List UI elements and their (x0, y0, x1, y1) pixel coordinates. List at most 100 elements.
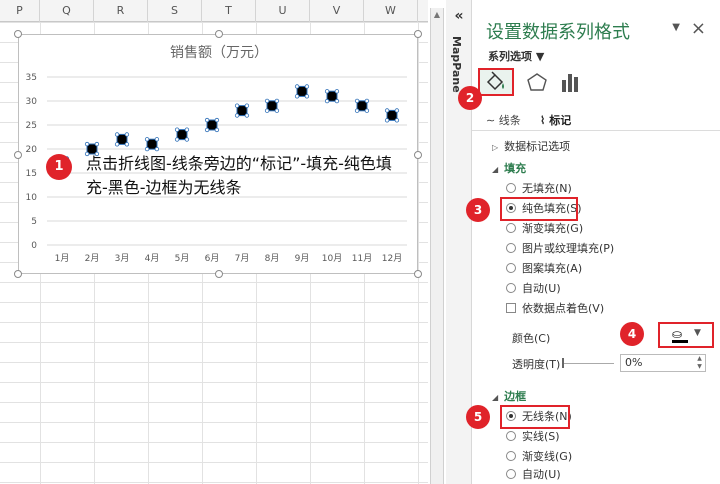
checkbox-icon[interactable] (506, 303, 516, 313)
column-headers: PQRSTUVW (0, 0, 428, 22)
selection-dot (114, 142, 120, 147)
resize-handle[interactable] (14, 151, 22, 159)
resize-handle[interactable] (414, 30, 422, 38)
fill-radio-gradient[interactable]: 渐变填充(G) (506, 220, 583, 238)
series-options-dropdown[interactable]: 系列选项 ▼ (488, 48, 544, 64)
y-tick-label: 5 (31, 217, 37, 227)
paint-bucket-icon (486, 71, 504, 91)
resize-handle[interactable] (14, 30, 22, 38)
selection-dot (184, 137, 190, 142)
resize-handle[interactable] (14, 270, 22, 278)
scroll-up-icon[interactable]: ▲ (431, 8, 443, 22)
y-tick-label: 15 (26, 169, 37, 179)
transparency-slider[interactable] (562, 358, 614, 368)
selection-dot (84, 141, 90, 147)
effects-tab[interactable] (522, 68, 552, 98)
radio-icon[interactable] (506, 431, 516, 441)
selection-dot (124, 142, 130, 147)
selection-dot (264, 108, 270, 113)
selection-dot (364, 98, 370, 104)
selection-dot (154, 137, 160, 142)
x-tick-label: 12月 (382, 253, 402, 264)
tab-line[interactable]: ∼ 线条 (486, 112, 521, 128)
fill-radio-picture[interactable]: 图片或纹理填充(P) (506, 240, 614, 258)
fill-radio-pattern[interactable]: 图案填充(A) (506, 260, 582, 278)
selection-dot (174, 137, 180, 142)
fill-line-tab[interactable] (478, 68, 514, 96)
chart-title: 销售额（万元） (170, 45, 268, 61)
selection-dot (234, 113, 240, 118)
x-tick-label: 3月 (115, 253, 130, 264)
column-header[interactable]: Q (40, 0, 94, 22)
fill-radio-auto[interactable]: 自动(U) (506, 280, 561, 298)
tab-marker[interactable]: ⌇ 标记 (540, 112, 571, 128)
column-header[interactable]: U (256, 0, 310, 22)
fill-radio-none[interactable]: 无填充(N) (506, 180, 572, 198)
expand-chevron-icon[interactable]: « (446, 8, 472, 24)
screenshot-root: PQRSTUVW 销售额（万元） 0 5 10 15 20 25 30 35 1月 2月 3月 4月 5月… (0, 0, 720, 484)
selection-dot (394, 108, 400, 113)
spinner-icon[interactable]: ▲ ▼ (694, 355, 705, 371)
resize-handle[interactable] (414, 270, 422, 278)
selection-dot (174, 127, 180, 132)
selection-dot (304, 94, 310, 99)
y-tick-label: 20 (26, 145, 38, 155)
selected-color-swatch (672, 340, 688, 343)
radio-icon[interactable] (506, 223, 516, 233)
spreadsheet: PQRSTUVW 销售额（万元） 0 5 10 15 20 25 30 35 1月 2月 3月 4月 5月… (0, 0, 428, 484)
x-tick-label: 9月 (295, 253, 310, 264)
step-badge-5: 5 (466, 405, 490, 429)
radio-icon[interactable] (506, 283, 516, 293)
slider-knob[interactable] (562, 358, 564, 368)
x-tick-label: 6月 (205, 253, 220, 264)
selection-dot (114, 132, 120, 137)
vertical-scrollbar[interactable]: ▲ (430, 8, 444, 484)
column-header[interactable]: R (94, 0, 148, 22)
mappane-label: MapPane (450, 36, 463, 93)
pane-options-caret-icon[interactable]: ▼ (672, 22, 680, 33)
selection-dot (184, 127, 190, 132)
selection-dot (394, 118, 400, 123)
radio-icon[interactable] (506, 263, 516, 273)
collapse-triangle-icon: ◢ (492, 165, 499, 174)
border-section-header[interactable]: ◢ 边框 (492, 388, 526, 404)
series-options-tab[interactable] (556, 68, 586, 98)
selection-dot (294, 94, 300, 99)
resize-handle[interactable] (414, 151, 422, 159)
pane-title: 设置数据系列格式 (486, 22, 630, 43)
selection-dot (204, 117, 210, 123)
y-tick-label: 10 (26, 193, 38, 203)
selection-dot (334, 98, 340, 104)
resize-handle[interactable] (215, 270, 223, 278)
column-header[interactable]: S (148, 0, 202, 22)
radio-icon[interactable] (506, 183, 516, 193)
step-badge-4: 4 (620, 322, 644, 346)
x-tick-label: 10月 (322, 253, 342, 264)
divider (472, 130, 720, 131)
y-tick-label: 25 (26, 121, 37, 131)
border-radio-auto[interactable]: 自动(U) (506, 466, 561, 484)
transparency-label: 透明度(T) (512, 358, 561, 371)
column-header[interactable]: W (364, 0, 418, 22)
marker-icon: ⌇ (540, 114, 550, 127)
paint-bucket-icon: ⛀ (672, 327, 683, 341)
highlight-box (500, 197, 578, 221)
selection-dot (304, 84, 310, 89)
border-radio-gradient[interactable]: 渐变线(G) (506, 448, 572, 466)
radio-icon[interactable] (506, 451, 516, 461)
color-picker-button[interactable]: ⛀ ▼ (658, 322, 714, 348)
color-label: 颜色(C) (512, 332, 551, 345)
radio-icon[interactable] (506, 243, 516, 253)
marker-options-section[interactable]: ▷ 数据标记选项 (492, 138, 570, 154)
fill-section-header[interactable]: ◢ 填充 (492, 160, 526, 176)
column-header[interactable]: P (0, 0, 40, 22)
column-header[interactable]: T (202, 0, 256, 22)
radio-icon[interactable] (506, 469, 516, 479)
selection-dot (294, 84, 300, 89)
format-series-pane: 设置数据系列格式 ▼ × 系列选项 ▼ 2 ∼ 线条 ⌇ 标记 ▷ 数据标记选项… (458, 0, 720, 484)
column-header[interactable]: V (310, 0, 364, 22)
resize-handle[interactable] (215, 30, 223, 38)
border-radio-solid[interactable]: 实线(S) (506, 428, 560, 446)
vary-colors-checkbox[interactable]: 依数据点着色(V) (506, 300, 604, 318)
close-icon[interactable]: × (691, 18, 706, 39)
